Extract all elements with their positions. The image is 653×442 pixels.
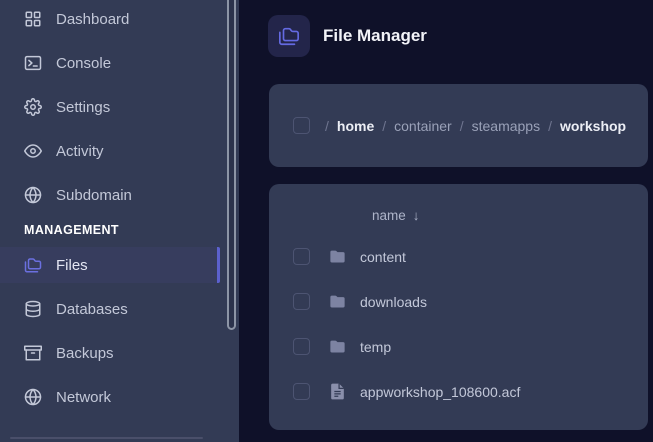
sidebar-item-label: Console bbox=[56, 54, 112, 72]
breadcrumb-segment-home[interactable]: home bbox=[337, 118, 374, 134]
globe-icon bbox=[24, 186, 42, 204]
sidebar-item-label: Activity bbox=[56, 142, 104, 160]
file-list-panel: name ↓ content downloads temp appworksho… bbox=[269, 184, 648, 430]
page-header: File Manager bbox=[268, 15, 427, 57]
breadcrumb: / home / container / steamapps / worksho… bbox=[325, 118, 626, 134]
folders-icon bbox=[24, 256, 42, 274]
sidebar-item-label: Dashboard bbox=[56, 10, 130, 28]
folders-icon bbox=[278, 25, 300, 47]
sidebar-item-network[interactable]: Network bbox=[0, 379, 220, 415]
sort-desc-icon: ↓ bbox=[412, 207, 420, 223]
sidebar-item-console[interactable]: Console bbox=[0, 45, 220, 81]
main-content: File Manager / home / container / steama… bbox=[239, 0, 653, 442]
file-manager-icon-box bbox=[268, 15, 310, 57]
sidebar-item-activity[interactable]: Activity bbox=[0, 133, 220, 169]
file-row-temp[interactable]: temp bbox=[269, 324, 648, 369]
page-title: File Manager bbox=[323, 26, 427, 45]
folder-icon bbox=[328, 247, 347, 266]
row-checkbox[interactable] bbox=[293, 293, 310, 310]
column-header-label: name bbox=[372, 207, 406, 223]
file-row-content[interactable]: content bbox=[269, 234, 648, 279]
sidebar-section-management: MANAGEMENT bbox=[24, 223, 119, 237]
breadcrumb-segment-workshop[interactable]: workshop bbox=[560, 118, 626, 134]
archive-icon bbox=[24, 344, 42, 362]
sidebar-item-label: Network bbox=[56, 388, 112, 406]
breadcrumb-separator: / bbox=[548, 117, 552, 134]
file-document-icon bbox=[328, 382, 347, 401]
sidebar-item-backups[interactable]: Backups bbox=[0, 335, 220, 371]
sidebar-item-subdomain[interactable]: Subdomain bbox=[0, 177, 220, 213]
sidebar-item-label: Files bbox=[56, 256, 88, 274]
sidebar-item-dashboard[interactable]: Dashboard bbox=[0, 1, 220, 37]
globe-icon bbox=[24, 388, 42, 406]
sidebar-nav: Dashboard Console Settings Activity Subd… bbox=[0, 0, 239, 415]
file-name: downloads bbox=[360, 293, 427, 310]
breadcrumb-segment-container[interactable]: container bbox=[394, 118, 452, 134]
sidebar-item-settings[interactable]: Settings bbox=[0, 89, 220, 125]
row-checkbox[interactable] bbox=[293, 383, 310, 400]
sidebar: Dashboard Console Settings Activity Subd… bbox=[0, 0, 239, 442]
console-icon bbox=[24, 54, 42, 72]
select-all-checkbox[interactable] bbox=[293, 117, 310, 134]
breadcrumb-panel: / home / container / steamapps / worksho… bbox=[269, 84, 648, 167]
sidebar-item-label: Backups bbox=[56, 344, 114, 362]
database-icon bbox=[24, 300, 42, 318]
sidebar-item-label: Databases bbox=[56, 300, 128, 318]
file-row-appworkshop[interactable]: appworkshop_108600.acf bbox=[269, 369, 648, 414]
file-name: appworkshop_108600.acf bbox=[360, 383, 521, 400]
sidebar-divider bbox=[10, 437, 203, 439]
folder-icon bbox=[328, 292, 347, 311]
breadcrumb-separator: / bbox=[459, 117, 464, 134]
breadcrumb-segment-steamapps[interactable]: steamapps bbox=[472, 118, 540, 134]
row-checkbox[interactable] bbox=[293, 338, 310, 355]
settings-gear-icon bbox=[24, 98, 42, 116]
sidebar-item-label: Subdomain bbox=[56, 186, 132, 204]
file-rows: content downloads temp appworkshop_10860… bbox=[269, 234, 648, 414]
sidebar-item-databases[interactable]: Databases bbox=[0, 291, 220, 327]
sidebar-item-label: Settings bbox=[56, 98, 111, 116]
file-name: content bbox=[360, 248, 406, 265]
dashboard-icon bbox=[24, 10, 42, 28]
sidebar-scrollbar-thumb[interactable] bbox=[227, 0, 236, 330]
eye-icon bbox=[24, 142, 42, 160]
breadcrumb-separator: / bbox=[382, 117, 387, 134]
sidebar-management-group: Files Databases Backups Network bbox=[0, 247, 239, 415]
file-row-downloads[interactable]: downloads bbox=[269, 279, 648, 324]
file-name: temp bbox=[360, 338, 392, 355]
folder-icon bbox=[328, 337, 347, 356]
row-checkbox[interactable] bbox=[293, 248, 310, 265]
sidebar-item-files[interactable]: Files bbox=[0, 247, 220, 283]
breadcrumb-separator: / bbox=[325, 117, 329, 134]
column-header-name[interactable]: name ↓ bbox=[269, 204, 420, 226]
